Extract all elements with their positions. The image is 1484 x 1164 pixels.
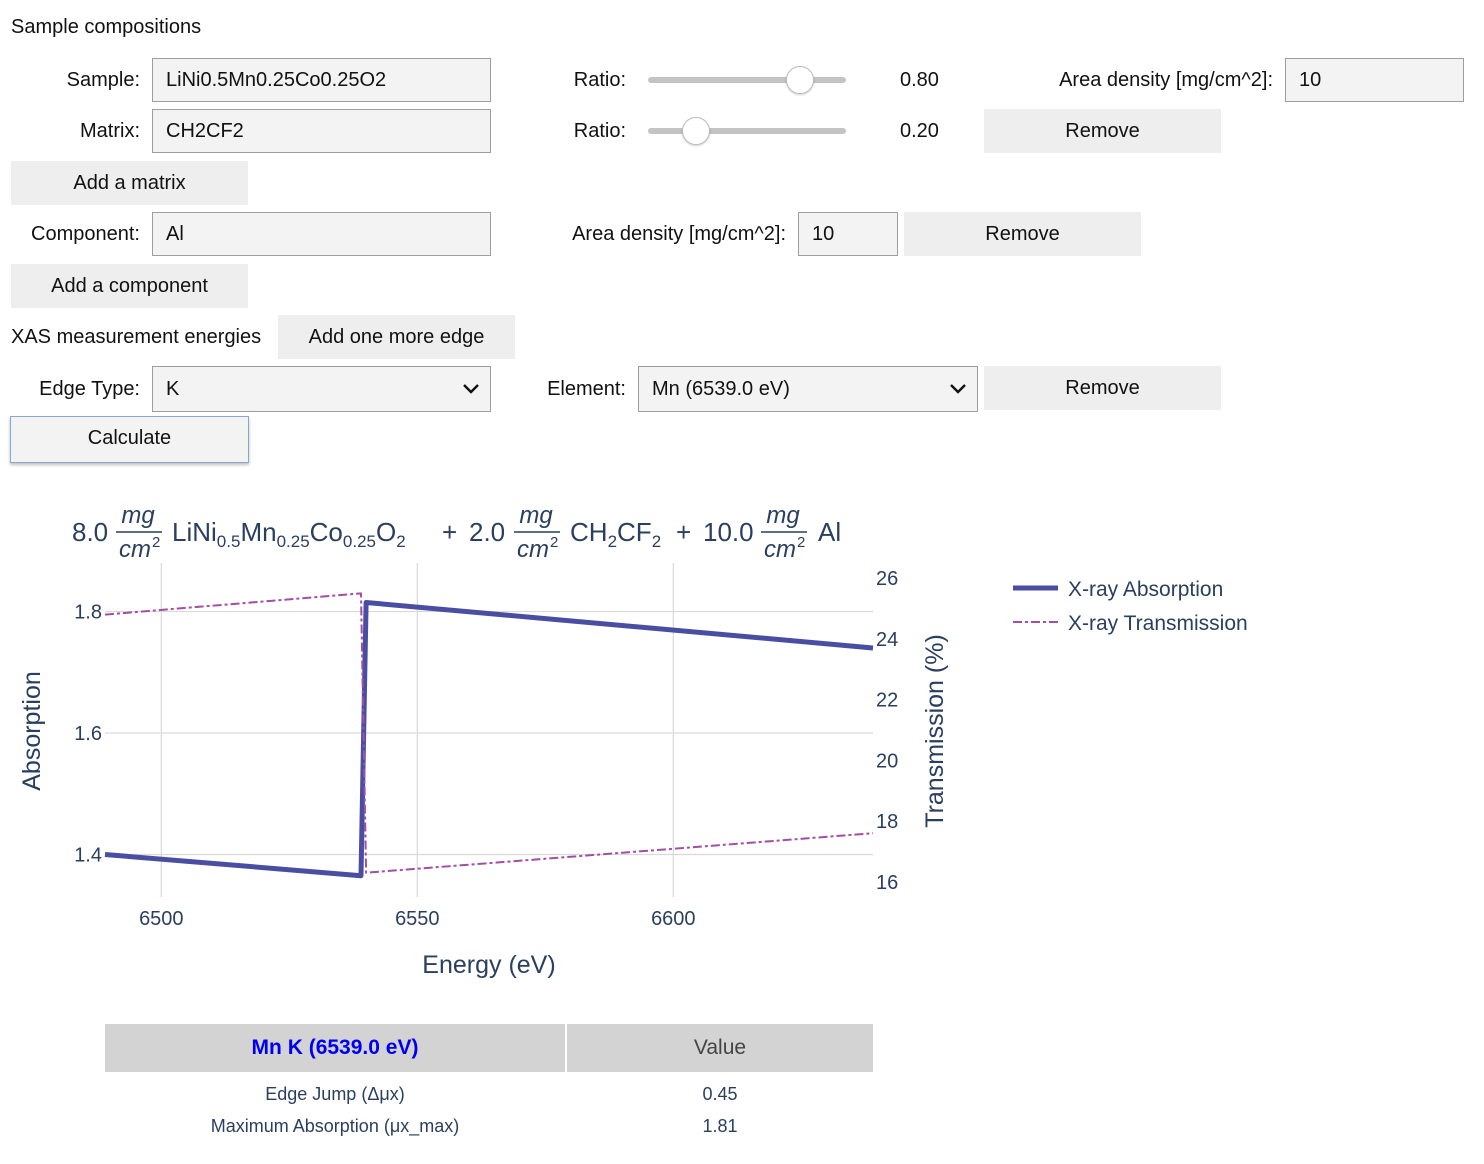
- title-unit-num-3: mg: [766, 502, 800, 529]
- x-tick-label: 6500: [139, 908, 184, 930]
- element-value: Mn (6539.0 eV): [652, 378, 790, 400]
- sample-ratio-value: 0.80: [900, 69, 939, 91]
- matrix-ratio-slider[interactable]: [648, 117, 846, 145]
- slider-thumb[interactable]: [785, 66, 814, 94]
- title-coef-3: 10.0: [703, 517, 754, 547]
- element-select[interactable]: Mn (6539.0 eV): [638, 366, 978, 412]
- component-area-density-input[interactable]: 10: [798, 212, 898, 256]
- y2-tick-label: 26: [876, 568, 898, 590]
- sample-ratio-slider[interactable]: [648, 66, 846, 94]
- remove-component-button[interactable]: Remove: [904, 212, 1141, 256]
- edge-type-value: K: [166, 378, 180, 400]
- title-comp-1: LiNi0.5Mn0.25Co0.25O2: [172, 517, 406, 551]
- component-input[interactable]: Al: [152, 212, 491, 256]
- matrix-ratio-label: Ratio:: [573, 120, 626, 142]
- table-row-label: Maximum Absorption (μx_max): [210, 1116, 460, 1136]
- slider-track: [648, 77, 846, 83]
- chevron-down-icon: [463, 384, 479, 394]
- area-density-label: Area density [mg/cm^2]:: [1059, 69, 1273, 91]
- title-comp-2: CH2CF2: [570, 517, 661, 551]
- absorption-chart: 8.0 mg cm 2 LiNi0.5Mn0.25Co0.25O2 + 2.0 …: [18, 502, 1248, 979]
- edge-type-select[interactable]: K: [152, 366, 491, 412]
- add-matrix-button[interactable]: Add a matrix: [11, 161, 248, 205]
- chevron-down-icon: [950, 384, 966, 394]
- y2-tick-label: 24: [876, 629, 898, 651]
- legend[interactable]: X-ray Absorption X-ray Transmission: [1013, 578, 1248, 635]
- table-header-edge: Mn K (6539.0 eV): [105, 1024, 565, 1072]
- title-unit-den-1: cm: [119, 536, 151, 563]
- y2-tick-label: 16: [876, 872, 898, 894]
- matrix-input[interactable]: CH2CF2: [152, 109, 491, 153]
- title-unit-exp-1: 2: [152, 534, 160, 551]
- matrix-ratio-value: 0.20: [900, 120, 939, 142]
- y-tick-label: 1.6: [74, 723, 102, 745]
- title-unit-exp-2: 2: [550, 534, 558, 551]
- table-header-value: Value: [567, 1024, 873, 1072]
- axes: 6500 6550 6600 1.4 1.6 1.8 16 18 20 22 24 26: [74, 568, 898, 930]
- slider-track: [648, 128, 846, 134]
- sample-label: Sample:: [66, 69, 140, 91]
- title-unit-exp-3: 2: [797, 534, 805, 551]
- component-label: Component:: [31, 223, 140, 245]
- title-unit-den-2: cm: [517, 536, 549, 563]
- component-area-density-label: Area density [mg/cm^2]:: [572, 223, 786, 245]
- y-tick-label: 1.8: [74, 602, 102, 624]
- sample-area-density-input[interactable]: 10: [1285, 58, 1464, 102]
- slider-thumb[interactable]: [682, 117, 711, 145]
- x-axis-label: Energy (eV): [422, 951, 555, 979]
- remove-edge-button[interactable]: Remove: [984, 366, 1221, 410]
- title-unit-den-3: cm: [764, 536, 796, 563]
- y2-tick-label: 20: [876, 750, 898, 772]
- x-tick-label: 6550: [395, 908, 440, 930]
- chart-title: 8.0 mg cm 2 LiNi0.5Mn0.25Co0.25O2 + 2.0 …: [72, 502, 841, 563]
- y2-tick-label: 22: [876, 690, 898, 712]
- series-line-absorption: [104, 600, 874, 879]
- table-row-value: 1.81: [702, 1116, 738, 1136]
- section-title: Sample compositions: [11, 16, 202, 38]
- table-row-label: Edge Jump (Δμx): [265, 1084, 405, 1104]
- legend-item: X-ray Transmission: [1068, 612, 1248, 635]
- legend-item: X-ray Absorption: [1068, 578, 1223, 601]
- x-tick-label: 6600: [651, 908, 696, 930]
- table-row-value: 0.45: [702, 1084, 738, 1104]
- y-tick-label: 1.4: [74, 844, 102, 866]
- add-component-button[interactable]: Add a component: [11, 264, 248, 308]
- title-comp-3: Al: [818, 517, 841, 547]
- sample-input[interactable]: LiNi0.5Mn0.25Co0.25O2: [152, 58, 491, 102]
- title-coef-2: 2.0: [469, 517, 505, 547]
- xas-label: XAS measurement energies: [11, 326, 262, 348]
- sample-ratio-label: Ratio:: [573, 69, 626, 91]
- add-edge-button[interactable]: Add one more edge: [278, 315, 515, 359]
- title-unit-num-1: mg: [121, 502, 155, 529]
- series-lines: [104, 592, 874, 879]
- title-unit-num-2: mg: [519, 502, 553, 529]
- title-plus-2: +: [676, 517, 691, 547]
- title-coef-1: 8.0: [72, 517, 108, 547]
- y2-axis-label: Transmission (%): [921, 634, 949, 828]
- y-axis-label: Absorption: [18, 671, 46, 791]
- edge-type-label: Edge Type:: [39, 378, 140, 400]
- y2-tick-label: 18: [876, 811, 898, 833]
- remove-matrix-button[interactable]: Remove: [984, 109, 1221, 153]
- calculate-button[interactable]: Calculate: [10, 416, 249, 463]
- matrix-label: Matrix:: [80, 120, 140, 142]
- title-plus-1: +: [442, 517, 457, 547]
- element-label: Element:: [547, 378, 626, 400]
